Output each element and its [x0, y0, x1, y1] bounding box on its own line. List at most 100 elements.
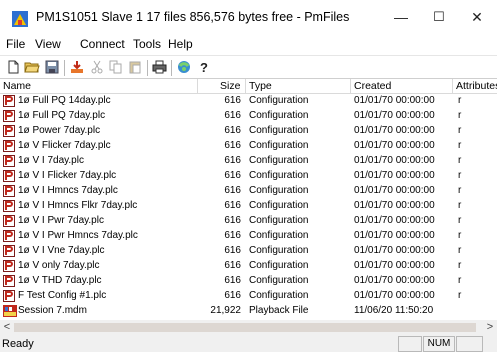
file-size: 616 — [224, 170, 241, 181]
file-type: Configuration — [249, 290, 309, 301]
new-icon[interactable] — [4, 58, 22, 76]
file-list: Name Size Type Created Attributes 1ø Ful… — [0, 78, 497, 321]
file-created: 01/01/70 00:00:00 — [354, 155, 435, 166]
file-name: 1ø V I Hmncs Flkr 7day.plc — [18, 200, 138, 211]
table-row[interactable]: 1ø V I Pwr 7day.plc 616 Configuration 01/01… — [0, 214, 497, 229]
file-name: 1ø Full PQ 7day.plc — [18, 110, 106, 121]
save-icon[interactable] — [43, 58, 61, 76]
scrollbar-thumb[interactable] — [14, 323, 476, 332]
column-header-created[interactable]: Created — [354, 80, 391, 92]
mdm-file-icon — [3, 305, 17, 317]
table-row[interactable]: 1ø V I Vne 7day.plc 616 Configuration 01/01… — [0, 244, 497, 259]
file-type: Configuration — [249, 275, 309, 286]
file-created: 01/01/70 00:00:00 — [354, 95, 435, 106]
file-attributes: r — [458, 260, 462, 271]
file-attributes: r — [458, 215, 462, 226]
column-divider[interactable] — [197, 79, 198, 93]
toolbar-separator — [64, 60, 65, 76]
file-name: Session 7.mdm — [18, 305, 87, 316]
plc-file-icon — [3, 125, 15, 137]
menu-view[interactable]: View — [35, 37, 61, 51]
menu-bar: File View Connect Tools Help — [0, 34, 497, 54]
file-name: 1ø V only 7day.plc — [18, 260, 100, 271]
column-divider[interactable] — [452, 79, 453, 93]
plc-file-icon — [3, 230, 15, 242]
status-bar: Ready NUM — [0, 335, 497, 352]
toolbar-separator — [147, 60, 148, 76]
file-name: 1ø V THD 7day.plc — [18, 275, 102, 286]
file-attributes: r — [458, 170, 462, 181]
print-icon[interactable] — [150, 58, 168, 76]
menu-connect[interactable]: Connect — [80, 37, 125, 51]
column-divider[interactable] — [245, 79, 246, 93]
table-row[interactable]: 1ø Full PQ 14day.plc 616 Configuration 01/0… — [0, 94, 497, 109]
file-size: 616 — [224, 185, 241, 196]
toolbar-separator — [171, 60, 172, 76]
file-attributes: r — [458, 140, 462, 151]
file-type: Configuration — [249, 260, 309, 271]
maximize-button[interactable]: ☐ — [424, 6, 454, 28]
file-attributes: r — [458, 290, 462, 301]
table-row[interactable]: 1ø V I Hmncs 7day.plc 616 Configuration 01/… — [0, 184, 497, 199]
help-icon[interactable]: ? — [195, 58, 213, 76]
column-header-type[interactable]: Type — [249, 80, 272, 92]
close-button[interactable]: ✕ — [462, 6, 492, 28]
column-header-size[interactable]: Size — [220, 80, 240, 92]
file-created: 01/01/70 00:00:00 — [354, 290, 435, 301]
file-name: F Test Config #1.plc — [18, 290, 107, 301]
connect-icon[interactable] — [175, 58, 193, 76]
minimize-button[interactable]: — — [386, 6, 416, 28]
title-bar: PM1S1051 Slave 1 17 files 856,576 bytes … — [0, 0, 497, 33]
file-name: 1ø V I Flicker 7day.plc — [18, 170, 117, 181]
app-icon — [12, 11, 28, 27]
table-row[interactable]: Session 7.mdm 21,922 Playback File 11/06/20… — [0, 304, 497, 319]
status-pane-empty — [398, 336, 422, 352]
column-header-name[interactable]: Name — [3, 80, 31, 92]
table-row[interactable]: 1ø V Flicker 7day.plc 616 Configuration 01/… — [0, 139, 497, 154]
file-size: 616 — [224, 110, 241, 121]
column-header-attributes[interactable]: Attributes — [456, 80, 497, 92]
paste-icon[interactable] — [126, 58, 144, 76]
menu-tools[interactable]: Tools — [133, 37, 161, 51]
file-name: 1ø Power 7day.plc — [18, 125, 101, 136]
file-created: 01/01/70 00:00:00 — [354, 245, 435, 256]
table-row[interactable]: 1ø V I Flicker 7day.plc 616 Configuration 0… — [0, 169, 497, 184]
menu-help[interactable]: Help — [168, 37, 193, 51]
file-size: 616 — [224, 200, 241, 211]
file-size: 616 — [224, 230, 241, 241]
table-row[interactable]: F Test Config #1.plc 616 Configuration 01/0… — [0, 289, 497, 304]
cut-icon[interactable] — [88, 58, 106, 76]
plc-file-icon — [3, 95, 15, 107]
table-row[interactable]: 1ø V I 7day.plc 616 Configuration 01/01/70 … — [0, 154, 497, 169]
table-row[interactable]: 1ø Full PQ 7day.plc 616 Configuration 01/01… — [0, 109, 497, 124]
open-folder-icon[interactable] — [23, 58, 41, 76]
file-created: 01/01/70 00:00:00 — [354, 140, 435, 151]
scroll-left-icon[interactable]: < — [0, 320, 14, 335]
file-type: Configuration — [249, 215, 309, 226]
plc-file-icon — [3, 260, 15, 272]
file-size: 616 — [224, 215, 241, 226]
download-icon[interactable] — [68, 58, 86, 76]
svg-text:?: ? — [200, 60, 208, 74]
file-attributes: r — [458, 95, 462, 106]
scroll-right-icon[interactable]: > — [483, 320, 497, 335]
column-divider[interactable] — [350, 79, 351, 93]
file-size: 616 — [224, 95, 241, 106]
window-title: PM1S1051 Slave 1 17 files 856,576 bytes … — [36, 10, 350, 24]
table-row[interactable]: 1ø V THD 7day.plc 616 Configuration 01/01/7… — [0, 274, 497, 289]
table-row[interactable]: 1ø Power 7day.plc 616 Configuration 01/01/7… — [0, 124, 497, 139]
table-row[interactable]: 1ø V I Hmncs Flkr 7day.plc 616 Configurati… — [0, 199, 497, 214]
file-type: Configuration — [249, 230, 309, 241]
file-created: 11/06/20 11:50:20 — [354, 305, 434, 316]
horizontal-scrollbar[interactable]: < > — [0, 320, 497, 335]
file-name: 1ø V I Vne 7day.plc — [18, 245, 105, 256]
file-created: 01/01/70 00:00:00 — [354, 110, 435, 121]
file-attributes: r — [458, 200, 462, 211]
file-name: 1ø V I Pwr Hmncs 7day.plc — [18, 230, 138, 241]
file-created: 01/01/70 00:00:00 — [354, 170, 435, 181]
copy-icon[interactable] — [107, 58, 125, 76]
table-row[interactable]: 1ø V only 7day.plc 616 Configuration 01/01/… — [0, 259, 497, 274]
toolbar: ? — [0, 55, 497, 78]
table-row[interactable]: 1ø V I Pwr Hmncs 7day.plc 616 Configuratio… — [0, 229, 497, 244]
menu-file[interactable]: File — [6, 37, 25, 51]
